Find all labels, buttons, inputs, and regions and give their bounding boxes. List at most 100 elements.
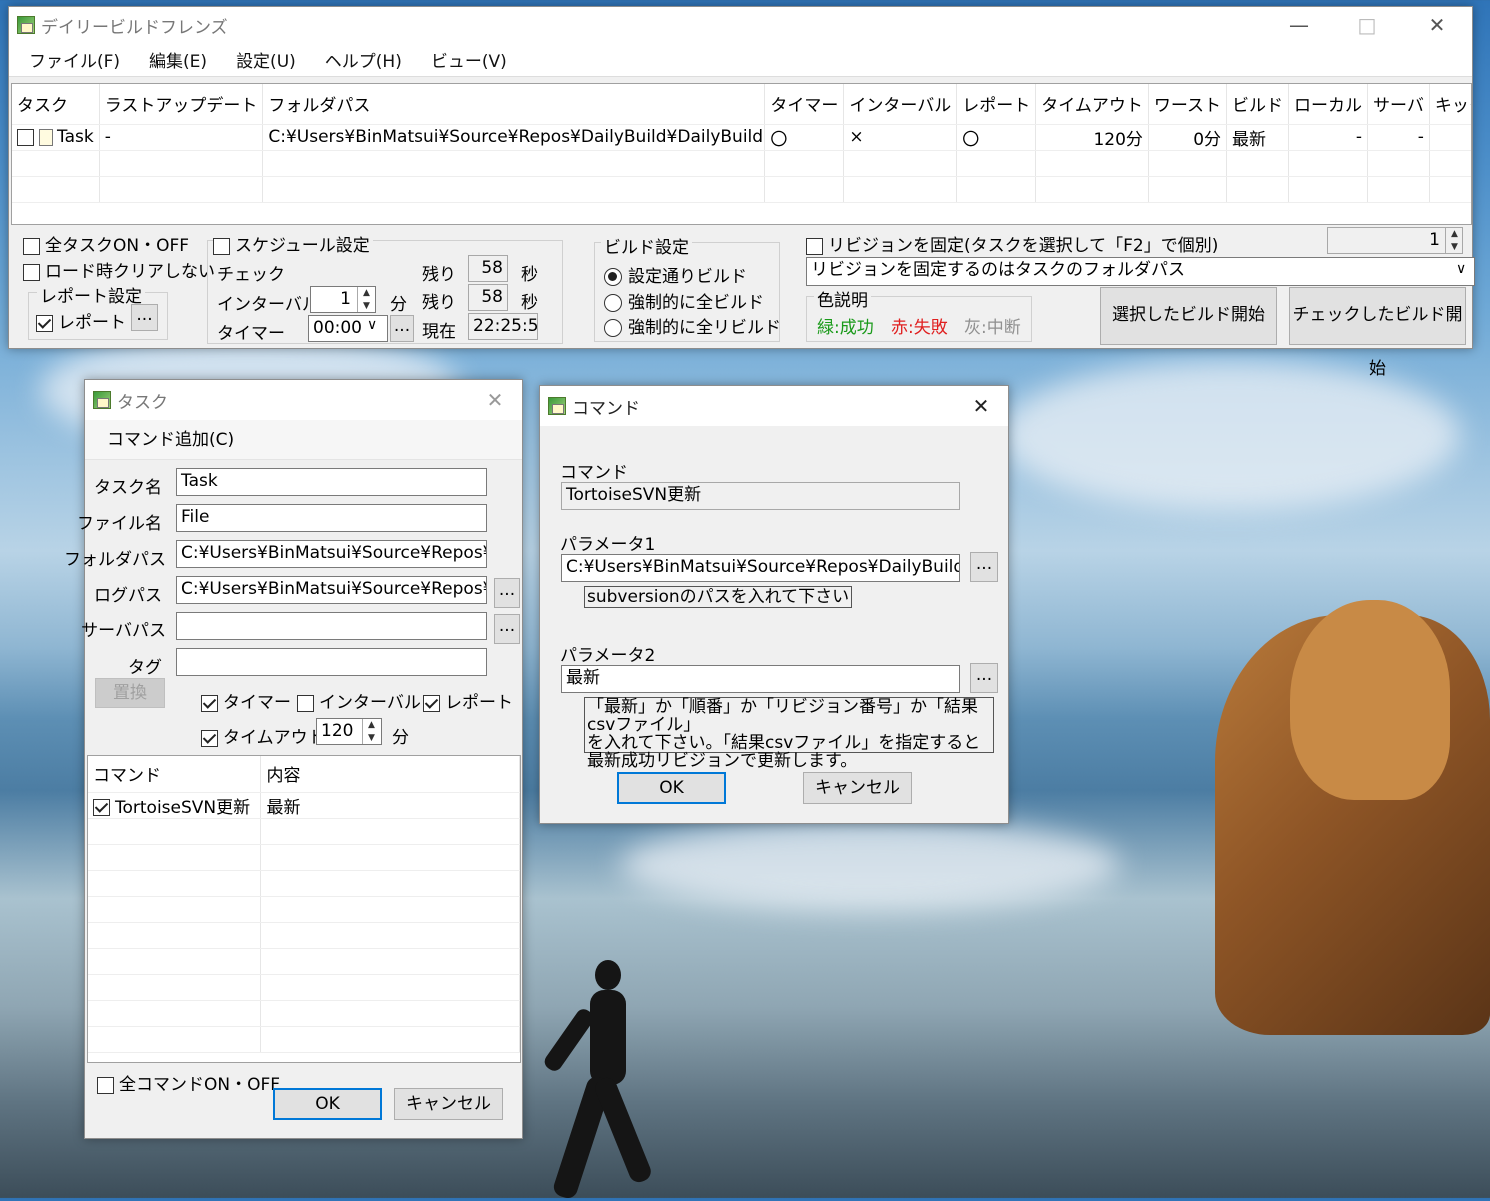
remain-label-2: 残り	[422, 293, 456, 313]
menu-edit[interactable]: 編集(E)	[149, 47, 207, 72]
col-timeout[interactable]: タイムアウト	[1035, 84, 1149, 125]
sea-rock-top	[1290, 600, 1450, 800]
menu-settings[interactable]: 設定(U)	[236, 47, 296, 72]
maximize-button[interactable]: □	[1344, 7, 1390, 43]
app-icon	[93, 391, 111, 409]
tag-field[interactable]	[176, 648, 487, 676]
log-path-browse-button[interactable]: ...	[494, 578, 520, 608]
menu-view[interactable]: ビュー(V)	[431, 47, 507, 72]
col-timer[interactable]: タイマー	[764, 84, 845, 125]
ok-button[interactable]: OK	[617, 772, 726, 804]
col-build[interactable]: ビルド	[1226, 84, 1290, 125]
cloud	[1000, 360, 1460, 510]
main-menubar: ファイル(F) 編集(E) 設定(U) ヘルプ(H) ビュー(V)	[9, 43, 1472, 77]
table-row-empty	[88, 922, 520, 949]
param2-browse-button[interactable]: ...	[970, 663, 998, 693]
report-checkbox[interactable]: レポート	[423, 688, 513, 713]
build-option-default[interactable]: 設定通りビルド	[604, 262, 747, 287]
timer-checkbox[interactable]: タイマー	[201, 688, 291, 713]
color-abort: 灰:中断	[964, 318, 1021, 338]
all-command-toggle[interactable]: 全コマンドON・OFF	[97, 1070, 280, 1095]
timer-label: タイマー	[217, 324, 285, 344]
col-report[interactable]: レポート	[956, 84, 1037, 125]
server-path-label: サーバパス	[81, 621, 166, 641]
report-checkbox[interactable]: レポート	[36, 308, 126, 333]
all-task-toggle[interactable]: 全タスクON・OFF	[23, 231, 189, 256]
table-row-empty	[88, 1000, 520, 1027]
now-field: 22:25:56	[468, 313, 538, 340]
main-title: デイリービルドフレンズ	[41, 17, 228, 38]
checked-build-button[interactable]: チェックしたビルド開始	[1289, 287, 1466, 379]
build-group-title: ビルド設定	[601, 233, 692, 258]
col-command[interactable]: コマンド	[88, 756, 262, 793]
col-worst[interactable]: ワースト	[1148, 84, 1228, 125]
doc-icon	[39, 128, 53, 146]
runner-silhouette	[541, 960, 654, 1201]
col-content[interactable]: 内容	[260, 756, 520, 793]
menu-help[interactable]: ヘルプ(H)	[325, 47, 402, 72]
table-row[interactable]: TortoiseSVN更新 最新	[88, 792, 520, 819]
col-interval[interactable]: インターバル	[843, 84, 958, 125]
row-timer: 〇	[764, 124, 845, 151]
param1-field[interactable]: C:¥Users¥BinMatsui¥Source¥Repos¥DailyBui…	[561, 554, 960, 582]
table-row[interactable]: Task - C:¥Users¥BinMatsui¥Source¥Repos¥D…	[12, 124, 1471, 151]
revision-spin-icon[interactable]: ▲ ▼	[1445, 228, 1463, 253]
no-clear-on-load-toggle[interactable]: ロード時クリアしない	[23, 257, 215, 282]
log-path-field[interactable]: C:¥Users¥BinMatsui¥Source¥Repos¥Da	[176, 576, 487, 604]
interval-spin-icon[interactable]: ▲ ▼	[357, 287, 375, 312]
cancel-button[interactable]: キャンセル	[803, 772, 912, 804]
param1-browse-button[interactable]: ...	[970, 552, 998, 582]
build-option-force-rebuild[interactable]: 強制的に全リビルド	[604, 313, 781, 338]
revision-combo[interactable]: リビジョンを固定するのはタスクのフォルダパス	[806, 257, 1475, 286]
selected-build-button[interactable]: 選択したビルド開始	[1100, 287, 1277, 345]
menu-file[interactable]: ファイル(F)	[29, 47, 120, 72]
row-kick: -	[1429, 124, 1471, 151]
build-option-force-build[interactable]: 強制的に全ビルド	[604, 288, 764, 313]
row-local: -	[1288, 124, 1369, 151]
report-browse-button[interactable]: ...	[131, 304, 158, 331]
timeout-checkbox[interactable]: タイムアウト	[201, 723, 325, 748]
close-button[interactable]: ✕	[472, 380, 518, 420]
file-name-field[interactable]: File	[176, 504, 487, 532]
interval-checkbox[interactable]: インターバル	[297, 688, 421, 713]
col-server[interactable]: サーバ	[1367, 84, 1430, 125]
server-path-browse-button[interactable]: ...	[494, 614, 520, 644]
menu-add-command[interactable]: コマンド追加(C)	[107, 430, 234, 450]
command-list[interactable]: コマンド 内容 TortoiseSVN更新 最新	[87, 755, 521, 1063]
table-row-empty	[88, 844, 520, 871]
close-button[interactable]: ✕	[958, 386, 1004, 426]
revision-stepper[interactable]: 1	[1327, 227, 1463, 254]
folder-path-field[interactable]: C:¥Users¥BinMatsui¥Source¥Repos¥Da	[176, 540, 487, 568]
chevron-down-icon: ∨	[367, 317, 378, 333]
col-folder-path[interactable]: フォルダパス	[262, 84, 766, 125]
task-title: タスク	[117, 392, 168, 413]
command-list-header: コマンド 内容	[88, 756, 520, 793]
param2-field[interactable]: 最新	[561, 665, 960, 693]
row-checkbox[interactable]	[17, 128, 34, 146]
command-row-content: 最新	[260, 792, 520, 819]
remain-label-1: 残り	[422, 265, 456, 285]
cancel-button[interactable]: キャンセル	[394, 1088, 503, 1120]
task-name-field[interactable]: Task	[176, 468, 487, 496]
server-path-field[interactable]	[176, 612, 487, 640]
task-list[interactable]: タスク ラストアップデート フォルダパス タイマー インターバル レポート タイ…	[11, 83, 1472, 225]
minimize-button[interactable]: —	[1276, 7, 1322, 43]
col-task[interactable]: タスク	[12, 84, 100, 125]
table-row-empty	[88, 896, 520, 923]
revision-fix-toggle[interactable]: リビジョンを固定(タスクを選択して「F2」で個別)	[806, 231, 1218, 256]
schedule-toggle[interactable]: スケジュール設定	[213, 231, 373, 256]
command-row-checkbox[interactable]	[93, 799, 110, 816]
ok-button[interactable]: OK	[273, 1088, 382, 1120]
main-titlebar: デイリービルドフレンズ — □ ✕	[9, 7, 1472, 43]
col-last-update[interactable]: ラストアップデート	[99, 84, 264, 125]
col-local[interactable]: ローカル	[1288, 84, 1369, 125]
timer-browse-button[interactable]: ...	[390, 315, 414, 342]
close-button[interactable]: ✕	[1414, 7, 1460, 43]
command-dialog: コマンド ✕ コマンド TortoiseSVN更新 パラメータ1 C:¥User…	[539, 385, 1009, 824]
timeout-spin-icon[interactable]: ▲ ▼	[362, 719, 380, 744]
table-row-empty	[88, 1026, 520, 1053]
col-kick[interactable]: キック	[1429, 84, 1471, 125]
min-label: 分	[390, 295, 407, 315]
replace-button[interactable]: 置換	[95, 678, 165, 708]
command-field[interactable]: TortoiseSVN更新	[561, 482, 960, 510]
